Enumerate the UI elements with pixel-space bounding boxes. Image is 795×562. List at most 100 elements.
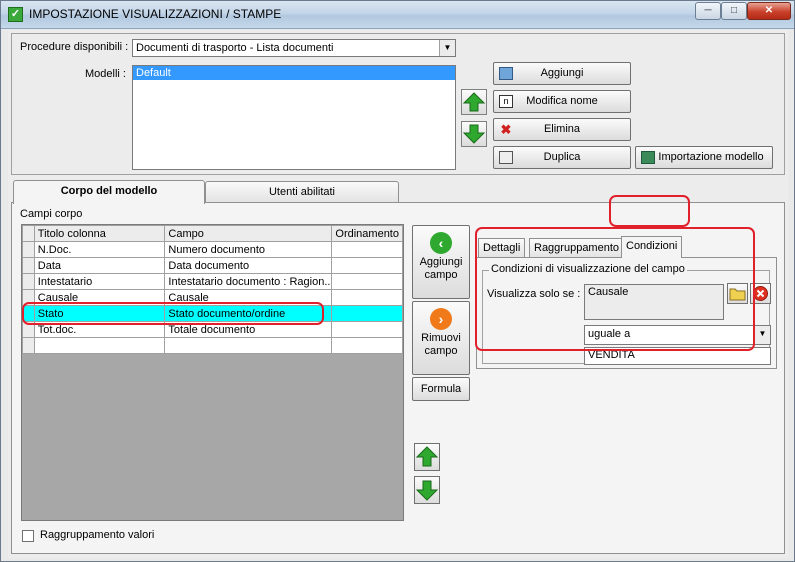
tab-corpo-del-modello[interactable]: Corpo del modello: [13, 180, 205, 204]
chevron-down-icon[interactable]: ▼: [439, 40, 455, 56]
rimuovi-campo-label: Rimuovi campo: [421, 332, 461, 357]
campi-corpo-grid[interactable]: Titolo colonna Campo Ordinamento N.Doc. N…: [21, 224, 404, 521]
row-indicator[interactable]: [22, 305, 35, 322]
table-cell[interactable]: [33, 337, 166, 354]
app-check-icon: ✓: [8, 7, 23, 22]
client-area: Procedure disponibili : Documenti di tra…: [8, 30, 788, 558]
green-arrow-up-icon: [462, 92, 486, 112]
table-cell[interactable]: Stato: [33, 305, 166, 322]
formula-button[interactable]: Formula: [412, 377, 470, 401]
column-header[interactable]: Campo: [164, 225, 333, 242]
aggiungi-button[interactable]: Aggiungi: [493, 62, 631, 85]
orange-right-arrow-icon: ›: [430, 308, 452, 330]
field-move-down-button[interactable]: [414, 476, 440, 504]
duplica-button[interactable]: Duplica: [493, 146, 631, 169]
table-row[interactable]: Tot.doc. Totale documento: [22, 321, 403, 338]
title-bar[interactable]: ✓ IMPOSTAZIONE VISUALIZZAZIONI / STAMPE …: [1, 1, 794, 29]
delete-x-icon: ✖: [500, 122, 512, 137]
table-cell[interactable]: Data: [33, 257, 166, 274]
red-clear-icon: [753, 286, 768, 301]
table-cell[interactable]: [331, 257, 403, 274]
modelli-list[interactable]: Default: [132, 65, 456, 170]
table-cell[interactable]: Data documento: [164, 257, 333, 274]
condition-field-display: Causale: [584, 284, 724, 320]
close-button[interactable]: ✕: [747, 2, 791, 20]
table-row[interactable]: Causale Causale: [22, 289, 403, 306]
table-cell[interactable]: [331, 337, 403, 354]
row-indicator-header: [22, 225, 35, 242]
table-cell[interactable]: Intestatario: [33, 273, 166, 290]
modelli-label: Modelli :: [85, 68, 126, 80]
table-cell[interactable]: [331, 305, 403, 322]
importazione-modello-button[interactable]: Importazione modello: [635, 146, 773, 169]
procedure-label: Procedure disponibili :: [20, 41, 129, 53]
row-indicator[interactable]: [22, 337, 35, 354]
list-item[interactable]: Default: [133, 66, 455, 80]
table-cell[interactable]: Tot.doc.: [33, 321, 166, 338]
table-cell[interactable]: Numero documento: [164, 241, 333, 258]
raggruppamento-valori-label: Raggruppamento valori: [40, 529, 155, 541]
field-move-up-button[interactable]: [414, 443, 440, 471]
table-cell[interactable]: [331, 241, 403, 258]
condizioni-group-title: Condizioni di visualizzazione del campo: [489, 263, 687, 275]
table-cell[interactable]: N.Doc.: [33, 241, 166, 258]
condition-value-input[interactable]: VENDITA: [584, 347, 771, 365]
table-row[interactable]: Stato Stato documento/ordine: [22, 305, 403, 322]
green-arrow-down-icon: [462, 124, 486, 144]
table-row[interactable]: N.Doc. Numero documento: [22, 241, 403, 258]
modifica-nome-button[interactable]: n Modifica nome: [493, 90, 631, 113]
chevron-down-icon[interactable]: ▼: [754, 326, 770, 344]
clear-field-button[interactable]: [750, 283, 771, 304]
subtab-raggruppamento[interactable]: Raggruppamento: [529, 238, 625, 258]
table-row[interactable]: [22, 337, 403, 354]
maximize-button[interactable]: □: [721, 2, 747, 20]
elimina-button[interactable]: ✖ Elimina: [493, 118, 631, 141]
move-down-button[interactable]: [461, 121, 487, 147]
subtab-dettagli[interactable]: Dettagli: [478, 238, 526, 258]
visualizza-label: Visualizza solo se :: [487, 288, 581, 300]
table-cell[interactable]: Causale: [33, 289, 166, 306]
table-cell[interactable]: Intestatario documento : Ragion...: [164, 273, 333, 290]
table-cell[interactable]: [331, 289, 403, 306]
tab-utenti-abilitati[interactable]: Utenti abilitati: [205, 181, 399, 203]
modifica-nome-label: Modifica nome: [526, 95, 598, 107]
aggiungi-campo-button[interactable]: ‹ Aggiungi campo: [412, 225, 470, 299]
browse-field-button[interactable]: [727, 283, 748, 304]
move-up-button[interactable]: [461, 89, 487, 115]
green-arrow-up-icon: [415, 446, 439, 467]
column-header[interactable]: Ordinamento: [331, 225, 403, 242]
table-cell[interactable]: Causale: [164, 289, 333, 306]
campi-corpo-table: Titolo colonna Campo Ordinamento N.Doc. N…: [22, 225, 403, 354]
main-window: ✓ IMPOSTAZIONE VISUALIZZAZIONI / STAMPE …: [0, 0, 795, 562]
operator-selected-value: uguale a: [588, 328, 631, 340]
folder-icon: [729, 288, 746, 301]
subtab-condizioni[interactable]: Condizioni: [621, 236, 683, 258]
table-cell[interactable]: Totale documento: [164, 321, 333, 338]
row-indicator[interactable]: [22, 241, 35, 258]
table-row[interactable]: Intestatario Intestatario documento : Rag…: [22, 273, 403, 290]
row-indicator[interactable]: [22, 257, 35, 274]
rimuovi-campo-button[interactable]: › Rimuovi campo: [412, 301, 470, 375]
aggiungi-label: Aggiungi: [540, 67, 584, 79]
operator-select[interactable]: uguale a ▼: [584, 325, 771, 345]
aggiungi-campo-label: Aggiungi campo: [419, 256, 463, 281]
row-indicator[interactable]: [22, 321, 35, 338]
table-row[interactable]: Data Data documento: [22, 257, 403, 274]
model-panel: Procedure disponibili : Documenti di tra…: [11, 33, 785, 175]
row-indicator[interactable]: [22, 289, 35, 306]
import-icon: [641, 151, 655, 164]
corpo-tab-panel: Campi corpo Titolo colonna Campo Ordinam…: [11, 202, 785, 554]
window-title: IMPOSTAZIONE VISUALIZZAZIONI / STAMPE: [29, 7, 282, 21]
procedure-select[interactable]: Documenti di trasporto - Lista documenti…: [132, 39, 456, 57]
column-header[interactable]: Titolo colonna: [33, 225, 166, 242]
row-indicator[interactable]: [22, 273, 35, 290]
minimize-button[interactable]: ─: [695, 2, 721, 20]
raggruppamento-valori-checkbox[interactable]: [22, 530, 34, 542]
table-cell[interactable]: Stato documento/ordine: [164, 305, 333, 322]
table-cell[interactable]: [331, 321, 403, 338]
table-cell[interactable]: [164, 337, 333, 354]
green-arrow-down-icon: [415, 480, 439, 501]
rename-icon: n: [499, 95, 513, 108]
table-cell[interactable]: [331, 273, 403, 290]
campi-corpo-label: Campi corpo: [20, 208, 83, 220]
